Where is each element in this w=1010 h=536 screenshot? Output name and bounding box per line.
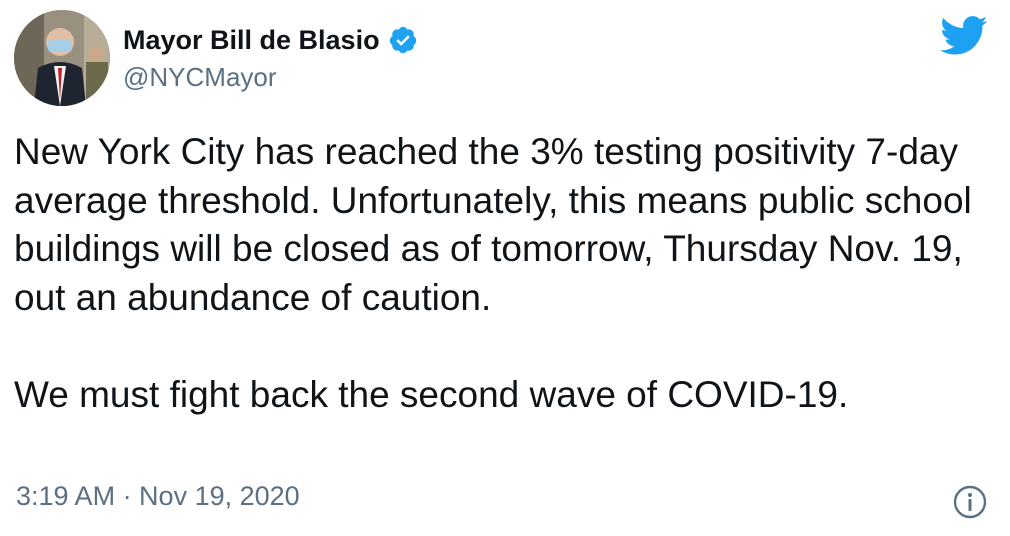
author-name-row: Mayor Bill de Blasio (123, 22, 418, 58)
twitter-bird-icon[interactable] (940, 16, 988, 56)
profile-avatar[interactable] (14, 10, 110, 106)
tweet-card: Mayor Bill de Blasio @NYCMayor New York … (0, 0, 1010, 536)
author-handle[interactable]: @NYCMayor (123, 62, 277, 93)
tweet-paragraph-1: New York City has reached the 3% testing… (14, 131, 983, 318)
verified-badge-icon (389, 26, 416, 54)
info-icon[interactable] (953, 485, 987, 519)
tweet-body: New York City has reached the 3% testing… (14, 128, 989, 419)
avatar-image (14, 10, 110, 106)
tweet-paragraph-2: We must fight back the second wave of CO… (14, 373, 849, 415)
tweet-timestamp[interactable]: 3:19 AM · Nov 19, 2020 (16, 481, 300, 512)
author-display-name[interactable]: Mayor Bill de Blasio (123, 25, 380, 56)
